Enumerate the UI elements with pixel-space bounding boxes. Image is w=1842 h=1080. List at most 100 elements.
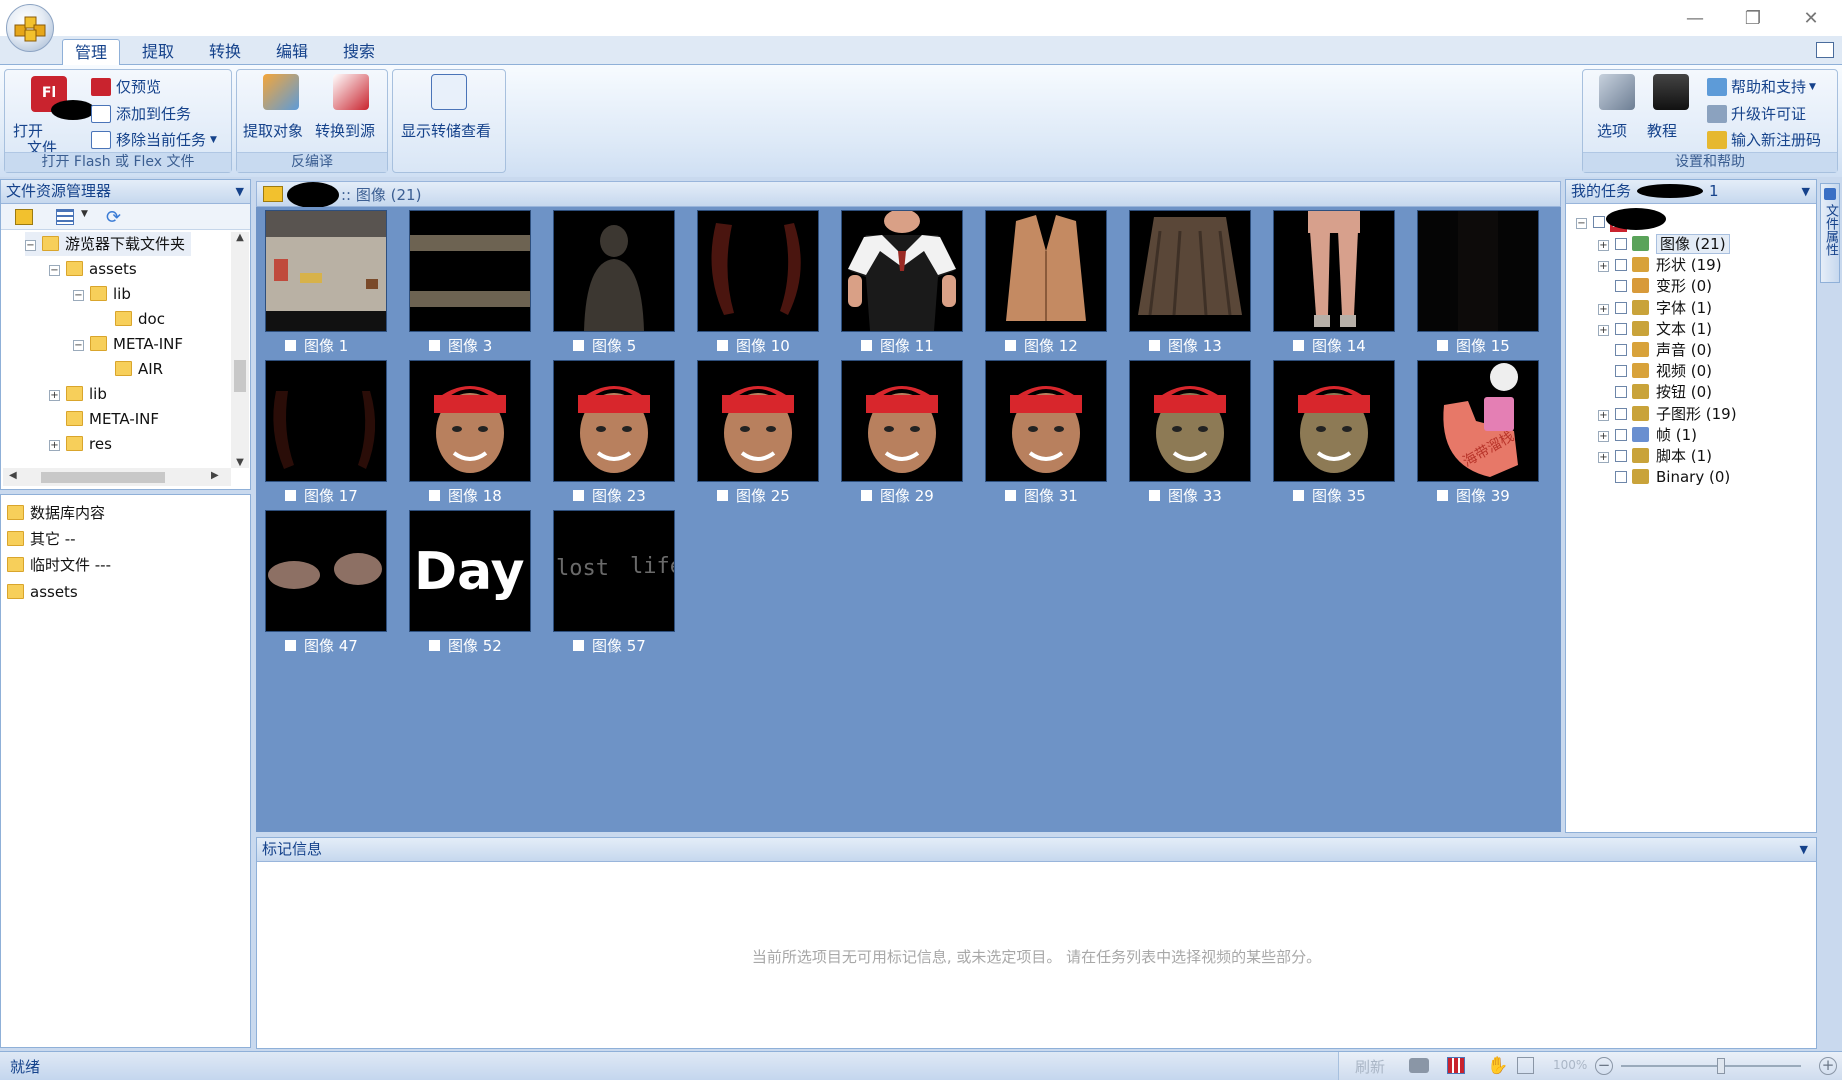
quick-item-assets[interactable]: assets: [7, 580, 78, 604]
task-checkbox[interactable]: [1615, 471, 1627, 484]
thumbnail-checkbox[interactable]: [1149, 490, 1160, 501]
thumbnail-image[interactable]: [553, 360, 675, 482]
view-mode-icon[interactable]: [56, 209, 74, 225]
tutorial-button[interactable]: 教程: [1647, 120, 1677, 141]
pin-icon[interactable]: ▼: [1800, 838, 1808, 861]
thumbnail-checkbox[interactable]: [1005, 340, 1016, 351]
thumbnail-image[interactable]: [553, 210, 675, 332]
thumbnail-label[interactable]: 图像 23: [573, 485, 646, 506]
tree-item-meta-inf[interactable]: − META-INF: [73, 332, 183, 356]
zoom-out-icon[interactable]: −: [1595, 1057, 1613, 1075]
thumbnail-checkbox[interactable]: [1437, 490, 1448, 501]
tab-search[interactable]: 搜索: [331, 39, 387, 65]
tree-item-assets[interactable]: − assets: [49, 257, 137, 281]
expand-icon[interactable]: +: [1598, 324, 1609, 336]
help-support-button[interactable]: 帮助和支持 ▼: [1707, 76, 1816, 97]
thumbnail-label[interactable]: 图像 14: [1293, 335, 1366, 356]
thumbnail-checkbox[interactable]: [1437, 340, 1448, 351]
collapse-icon[interactable]: −: [73, 290, 84, 301]
tree-item-lib[interactable]: − lib: [73, 282, 131, 306]
task-checkbox[interactable]: [1615, 428, 1627, 441]
tree-item-browser-downloads[interactable]: − 游览器下载文件夹: [25, 232, 192, 256]
collapse-icon[interactable]: −: [73, 340, 84, 351]
tree-item-doc[interactable]: doc: [115, 307, 165, 331]
dropdown-arrow-icon[interactable]: ▼: [81, 209, 88, 219]
thumbnail-checkbox[interactable]: [1005, 490, 1016, 501]
quick-item-database[interactable]: 数据库内容: [7, 501, 105, 525]
thumbnail-checkbox[interactable]: [429, 640, 440, 651]
thumbnail-checkbox[interactable]: [1293, 490, 1304, 501]
expand-icon[interactable]: +: [1598, 261, 1609, 273]
refresh-button[interactable]: 刷新: [1355, 1056, 1385, 1077]
file-properties-side-tab[interactable]: 文件属性: [1820, 183, 1840, 283]
expand-icon[interactable]: +: [1598, 240, 1609, 251]
thumbnail-checkbox[interactable]: [429, 340, 440, 351]
task-checkbox[interactable]: [1615, 238, 1627, 250]
ribbon-options-icon[interactable]: [1816, 42, 1834, 58]
thumbnail-image[interactable]: [265, 360, 387, 482]
expand-icon[interactable]: +: [1598, 430, 1609, 442]
expand-icon[interactable]: +: [49, 440, 60, 451]
thumbnail-label[interactable]: 图像 10: [717, 335, 790, 356]
thumbnail-checkbox[interactable]: [573, 490, 584, 501]
thumbnail-image[interactable]: lost life: [553, 510, 683, 632]
upgrade-license-button[interactable]: 升级许可证: [1707, 103, 1806, 124]
thumbnail-image[interactable]: [841, 360, 963, 482]
task-checkbox[interactable]: [1615, 450, 1627, 462]
thumbnail-image[interactable]: [1273, 210, 1395, 332]
tab-convert[interactable]: 转换: [197, 39, 253, 65]
task-checkbox[interactable]: [1593, 216, 1605, 228]
thumbnail-image[interactable]: [697, 360, 819, 482]
refresh-icon[interactable]: ⟳: [106, 207, 121, 228]
convert-to-source-button[interactable]: 转换到源: [315, 120, 375, 141]
tree-vertical-scrollbar[interactable]: ▲ ▼: [231, 232, 249, 468]
tree-horizontal-scrollbar[interactable]: ◀ ▶: [3, 468, 231, 486]
expand-icon[interactable]: +: [1598, 452, 1609, 463]
thumbnail-label[interactable]: 图像 57: [573, 635, 646, 656]
task-checkbox[interactable]: [1615, 259, 1627, 272]
home-folder-icon[interactable]: [263, 186, 283, 202]
thumbnail-label[interactable]: 图像 29: [861, 485, 934, 506]
hand-tool-icon[interactable]: ✋: [1487, 1056, 1508, 1076]
thumbnail-checkbox[interactable]: [429, 490, 440, 501]
thumbnail-image[interactable]: 海带溜栈: [1417, 360, 1539, 482]
zoom-slider-thumb[interactable]: [1717, 1058, 1725, 1074]
options-button[interactable]: 选项: [1597, 120, 1627, 141]
app-menu-button[interactable]: [6, 4, 54, 52]
task-checkbox[interactable]: [1615, 280, 1627, 293]
remove-current-task-button[interactable]: 移除当前任务 ▼: [91, 129, 217, 150]
quick-item-other[interactable]: 其它 --: [7, 527, 76, 551]
thumbnail-image[interactable]: [1129, 210, 1251, 332]
collapse-icon[interactable]: −: [1576, 218, 1587, 229]
tab-extract[interactable]: 提取: [130, 39, 186, 65]
tree-item-meta-inf-2[interactable]: META-INF: [49, 407, 159, 431]
thumbnail-image[interactable]: [1273, 360, 1395, 482]
thumbnail-image[interactable]: [265, 510, 387, 632]
thumbnail-image[interactable]: [409, 210, 531, 332]
thumbnail-label[interactable]: 图像 3: [429, 335, 492, 356]
thumbnail-checkbox[interactable]: [573, 640, 584, 651]
thumbnail-image[interactable]: Day: [409, 510, 531, 632]
thumbnail-label[interactable]: 图像 52: [429, 635, 502, 656]
thumbnail-checkbox[interactable]: [861, 340, 872, 351]
tab-manage[interactable]: 管理: [62, 39, 121, 66]
minimize-button[interactable]: —: [1666, 0, 1724, 36]
thumbnail-image[interactable]: [697, 210, 819, 332]
thumbnail-label[interactable]: 图像 17: [285, 485, 358, 506]
thumbnail-image[interactable]: [1417, 210, 1539, 332]
thumbnail-checkbox[interactable]: [285, 340, 296, 351]
restore-button[interactable]: ❐: [1724, 0, 1782, 36]
collapse-icon[interactable]: −: [25, 240, 36, 251]
thumbnail-checkbox[interactable]: [573, 340, 584, 351]
thumbnail-checkbox[interactable]: [1293, 340, 1304, 351]
scroll-left-icon[interactable]: ◀: [9, 470, 17, 481]
thumbnail-label[interactable]: 图像 31: [1005, 485, 1078, 506]
scrollbar-thumb[interactable]: [41, 472, 165, 483]
task-tree-item[interactable]: Binary (0): [1598, 465, 1730, 489]
thumbnail-checkbox[interactable]: [861, 490, 872, 501]
task-checkbox[interactable]: [1615, 365, 1627, 378]
thumbnail-image[interactable]: [985, 360, 1107, 482]
thumbnail-image[interactable]: [1129, 360, 1251, 482]
thumbnail-label[interactable]: 图像 18: [429, 485, 502, 506]
thumbnail-label[interactable]: 图像 1: [285, 335, 348, 356]
